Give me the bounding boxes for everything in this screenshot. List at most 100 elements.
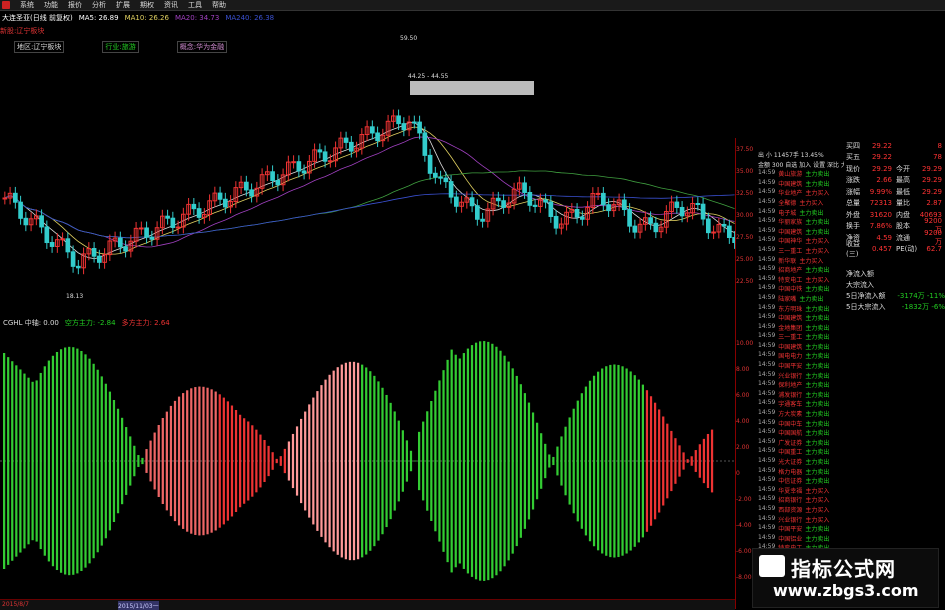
menu-item-quote[interactable]: 报价 xyxy=(68,0,82,10)
tick-row[interactable]: 14:59 兴业银行 主力买入 xyxy=(758,515,844,525)
tick-row[interactable]: 14:59 格力电器 主力卖出 xyxy=(758,467,844,477)
tick-row[interactable]: 14:59 招商银行 主力买入 xyxy=(758,495,844,505)
tick-row[interactable]: 14:59 方大炭素 主力卖出 xyxy=(758,409,844,419)
candle-body xyxy=(139,227,144,230)
tick-row[interactable]: 14:59 中国建筑 主力卖出 xyxy=(758,227,844,237)
tick-row[interactable]: 14:59 三一重工 主力买入 xyxy=(758,246,844,256)
oscillator-bar xyxy=(214,391,217,531)
oscillator-bar xyxy=(438,380,441,542)
oscillator-bar xyxy=(287,441,291,481)
oscillator-bar xyxy=(137,455,140,467)
tick-row[interactable]: 14:59 中国建筑 主力卖出 xyxy=(758,342,844,352)
tick-row[interactable]: 14:59 华丽家族 主力卖出 xyxy=(758,217,844,227)
tick-row[interactable]: 14:59 中国中车 主力卖出 xyxy=(758,419,844,429)
menu-item-options[interactable]: 期权 xyxy=(140,0,154,10)
oscillator-bar xyxy=(210,389,213,533)
tick-row[interactable]: 14:59 招商地产 主力卖出 xyxy=(758,265,844,275)
tick-row[interactable]: 14:59 兴业银行 主力卖出 xyxy=(758,371,844,381)
tick-row[interactable]: 14:59 中国建筑 主力卖出 xyxy=(758,313,844,323)
oscillator-bar xyxy=(88,358,91,564)
candle-body xyxy=(76,265,81,269)
oscillator-bar xyxy=(251,425,254,497)
oscillator-bar xyxy=(519,384,522,538)
tick-row[interactable]: 14:59 中国平安 主力卖出 xyxy=(758,361,844,371)
tick-row[interactable]: 14:59 特变电工 主力买入 xyxy=(758,275,844,285)
menu-item-tools[interactable]: 工具 xyxy=(188,0,202,10)
oscillator-bar xyxy=(401,430,404,492)
oscillator-bar xyxy=(584,386,588,536)
price-annotation-bar xyxy=(410,81,534,95)
menu-item-function[interactable]: 功能 xyxy=(44,0,58,10)
oscillator-bar xyxy=(479,341,482,581)
oscillator-bar xyxy=(678,445,681,477)
tick-list[interactable]: 出 小 11457手 13.45% 金额 300 自选 加入 设置 深比 大 1… xyxy=(758,150,844,553)
oscillator-bar xyxy=(535,422,539,500)
oscillator-bar xyxy=(609,364,612,558)
tick-row[interactable]: 14:59 西部资源 主力买入 xyxy=(758,505,844,515)
tick-row[interactable]: 14:59 陆家嘴 主力卖出 xyxy=(758,294,844,304)
oscillator-chart[interactable] xyxy=(0,330,735,598)
app-logo-icon[interactable] xyxy=(2,1,10,9)
oscillator-bar xyxy=(560,436,563,486)
oscillator-bar xyxy=(666,423,669,499)
oscillator-bar xyxy=(531,412,535,510)
candle-body xyxy=(627,209,632,227)
oscillator-bar xyxy=(487,341,490,581)
tick-row[interactable]: 14:59 中国平安 主力卖出 xyxy=(758,524,844,534)
tick-row[interactable]: 14:59 华夏幸福 主力买入 xyxy=(758,486,844,496)
tick-row[interactable]: 14:59 全聚德 主力买入 xyxy=(758,198,844,208)
oscillator-bar xyxy=(340,364,343,558)
quote-value: 7.86% xyxy=(869,222,892,231)
tick-row[interactable]: 14:59 国电电力 主力卖出 xyxy=(758,351,844,361)
oscillator-bar xyxy=(377,381,380,541)
candle-body xyxy=(501,200,506,208)
tick-row[interactable]: 14:59 东方明珠 主力卖出 xyxy=(758,304,844,314)
tick-row[interactable]: 14:59 中国国航 主力卖出 xyxy=(758,428,844,438)
quote-label-2: 最高 xyxy=(896,176,910,185)
quote-value-2: 9200万 xyxy=(924,228,942,246)
tick-row[interactable]: 14:59 宇通客车 主力卖出 xyxy=(758,399,844,409)
tick-row[interactable]: 14:59 中信证券 主力卖出 xyxy=(758,476,844,486)
tick-row[interactable]: 14:59 金地集团 主力卖出 xyxy=(758,323,844,333)
oscillator-bar xyxy=(462,353,465,569)
tick-row[interactable]: 14:59 电子城 主力卖出 xyxy=(758,208,844,218)
oscillator-bar xyxy=(658,409,661,513)
menu-item-help[interactable]: 帮助 xyxy=(212,0,226,10)
watermark-title: 指标公式网 xyxy=(791,557,896,581)
tick-row[interactable]: 14:59 三一重工 主力卖出 xyxy=(758,332,844,342)
oscillator-bar xyxy=(446,359,449,563)
oscillator-bar xyxy=(588,380,592,542)
tick-row[interactable]: 14:59 保利地产 主力卖出 xyxy=(758,380,844,390)
oscillator-bar xyxy=(344,362,347,560)
tick-row[interactable]: 14:59 华业地产 主力买入 xyxy=(758,188,844,198)
tick-row[interactable]: 14:59 新华联 主力买入 xyxy=(758,256,844,266)
axis-label-14: -2.00 xyxy=(736,496,752,503)
tick-row[interactable]: 14:59 中国重工 主力卖出 xyxy=(758,447,844,457)
oscillator-bar xyxy=(621,366,624,556)
oscillator-bar xyxy=(31,381,34,541)
tick-row[interactable]: 14:59 黄山旅游 主力卖出 xyxy=(758,169,844,179)
quote-row: 买四 29.22 8 xyxy=(846,140,945,152)
oscillator-bar xyxy=(686,459,689,463)
tick-row[interactable]: 14:59 中国中铁 主力卖出 xyxy=(758,284,844,294)
candle-body xyxy=(601,192,606,206)
date-label-1: 2015/8/7 xyxy=(2,601,29,608)
quote-value: 29.22 xyxy=(871,153,892,162)
oscillator-bar xyxy=(120,417,124,505)
tick-row[interactable]: 14:59 中国铝业 主力卖出 xyxy=(758,534,844,544)
tick-row[interactable]: 14:59 光大证券 主力卖出 xyxy=(758,457,844,467)
oscillator-bar xyxy=(698,444,701,478)
oscillator-bar xyxy=(674,438,677,484)
menu-item-analysis[interactable]: 分析 xyxy=(92,0,106,10)
menu-item-extend[interactable]: 扩展 xyxy=(116,0,130,10)
quote-label: 外盘 xyxy=(846,210,860,219)
menu-item-news[interactable]: 资讯 xyxy=(164,0,178,10)
tick-row[interactable]: 14:59 浦发银行 主力卖出 xyxy=(758,390,844,400)
quote-value-2: 29.29 xyxy=(921,176,942,185)
candlestick-chart[interactable]: 59.50 44.25 - 44.55 18.13 xyxy=(0,18,735,318)
moving-average-line xyxy=(4,136,735,248)
tick-row[interactable]: 14:59 广发证券 主力卖出 xyxy=(758,438,844,448)
tick-row[interactable]: 14:59 中国建筑 主力卖出 xyxy=(758,179,844,189)
menu-item-system[interactable]: 系统 xyxy=(20,0,34,10)
tick-row[interactable]: 14:59 中国神华 主力买入 xyxy=(758,236,844,246)
